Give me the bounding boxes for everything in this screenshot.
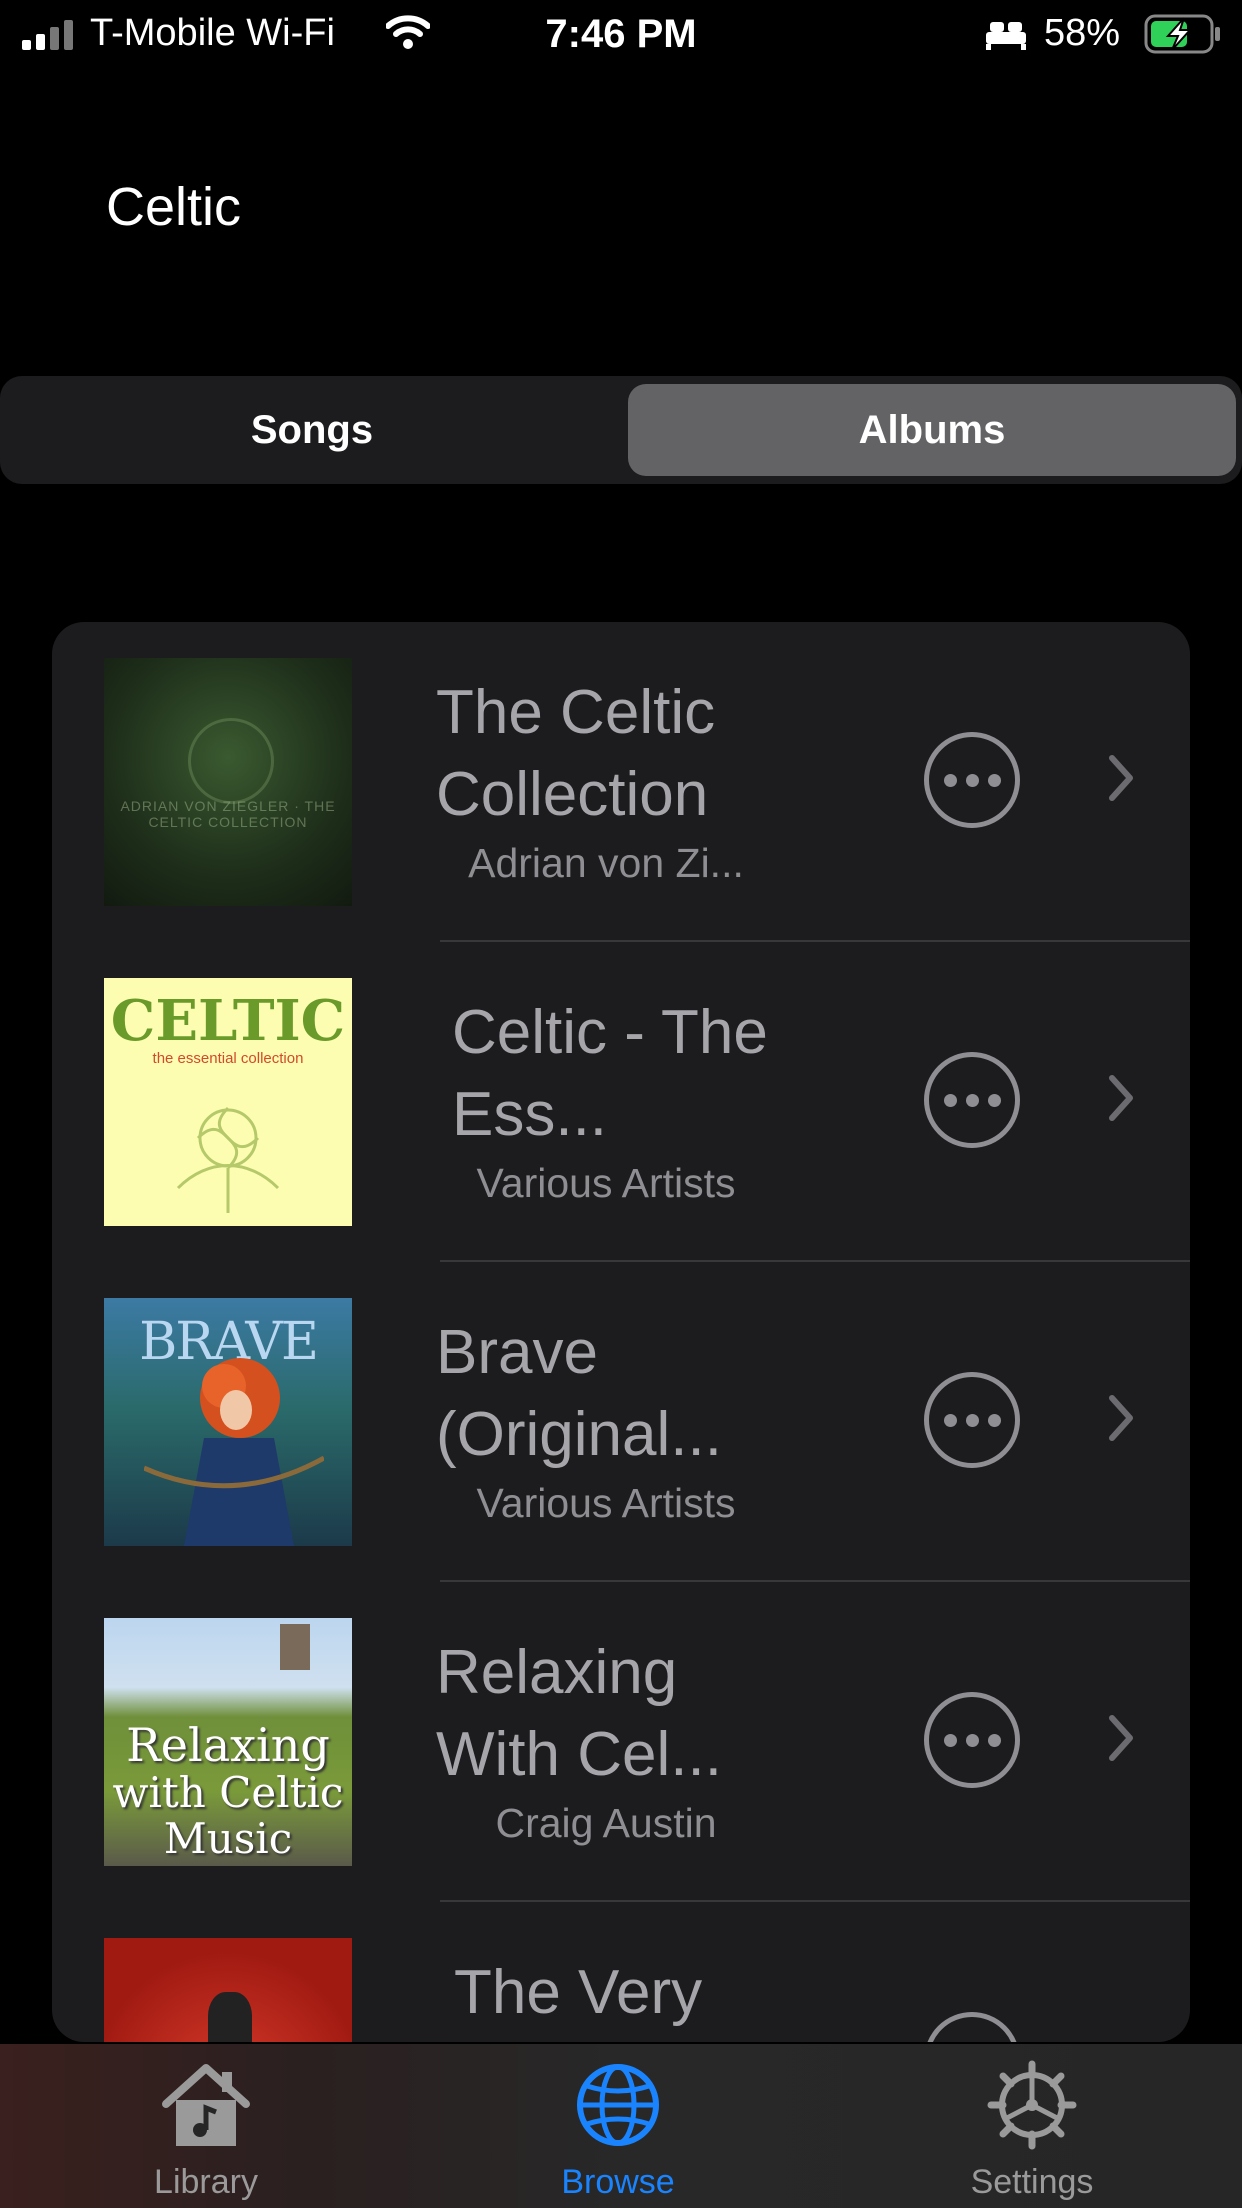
list-item[interactable]: The Very [52, 1902, 1190, 2042]
album-title: The Celtic Collection [436, 678, 716, 829]
status-bar: T-Mobile Wi-Fi 7:46 PM 58% [0, 0, 1242, 72]
more-options-button[interactable] [924, 1692, 1020, 1788]
album-list: ADRIAN VON ZIEGLER · THE CELTIC COLLECTI… [52, 622, 1190, 2042]
tab-library[interactable]: Library [106, 2060, 306, 2202]
albums-segment[interactable]: Albums [628, 384, 1236, 476]
more-options-button[interactable] [924, 1052, 1020, 1148]
more-options-button[interactable] [924, 732, 1020, 828]
album-artist: Craig Austin [495, 1800, 717, 1846]
house-music-icon [162, 2064, 250, 2146]
album-art [104, 1938, 352, 2042]
album-art: ADRIAN VON ZIEGLER · THE CELTIC COLLECTI… [104, 658, 352, 906]
chevron-right-icon [1109, 1075, 1133, 1121]
album-title: Relaxing With Cel... [436, 1638, 722, 1789]
gear-icon [987, 2060, 1077, 2150]
songs-albums-segmented-control: Songs Albums [0, 376, 1242, 484]
tab-label: Library [154, 2163, 258, 2201]
globe-icon [577, 2064, 659, 2146]
chevron-right-icon [1109, 755, 1133, 801]
album-title: Celtic - The Ess... [452, 998, 768, 1149]
list-item[interactable]: CELTIC the essential collection Celtic -… [52, 942, 1190, 1262]
chevron-right-icon [1109, 1395, 1133, 1441]
album-artist: Various Artists [476, 1480, 736, 1526]
list-item[interactable]: Relaxing with Celtic Music Relaxing With… [52, 1582, 1190, 1902]
more-options-button[interactable] [924, 2012, 1020, 2042]
sleep-mode-icon [986, 22, 1026, 50]
album-art: CELTIC the essential collection [104, 978, 352, 1226]
tab-label: Browse [561, 2163, 675, 2201]
album-art: BRAVE [104, 1298, 352, 1546]
album-artist: Various Artists [476, 1160, 736, 1206]
chevron-right-icon [1109, 1715, 1133, 1761]
tab-bar: Library Browse Settings [0, 2044, 1242, 2208]
album-artist: Adrian von Zi... [468, 840, 744, 886]
songs-segment[interactable]: Songs [8, 384, 616, 476]
album-title: The Very [454, 1958, 703, 2027]
list-item[interactable]: ADRIAN VON ZIEGLER · THE CELTIC COLLECTI… [52, 622, 1190, 942]
battery-percentage: 58% [1044, 12, 1121, 54]
more-options-button[interactable] [924, 1372, 1020, 1468]
album-title: Brave (Original... [436, 1318, 722, 1469]
list-item[interactable]: BRAVE Brave (Original... Various Artists [52, 1262, 1190, 1582]
album-art: Relaxing with Celtic Music [104, 1618, 352, 1866]
battery-charging-icon [1144, 14, 1220, 54]
tab-browse[interactable]: Browse [518, 2060, 718, 2202]
page-title: Celtic [106, 177, 242, 237]
tab-label: Settings [970, 2163, 1094, 2201]
tab-settings[interactable]: Settings [932, 2060, 1132, 2202]
